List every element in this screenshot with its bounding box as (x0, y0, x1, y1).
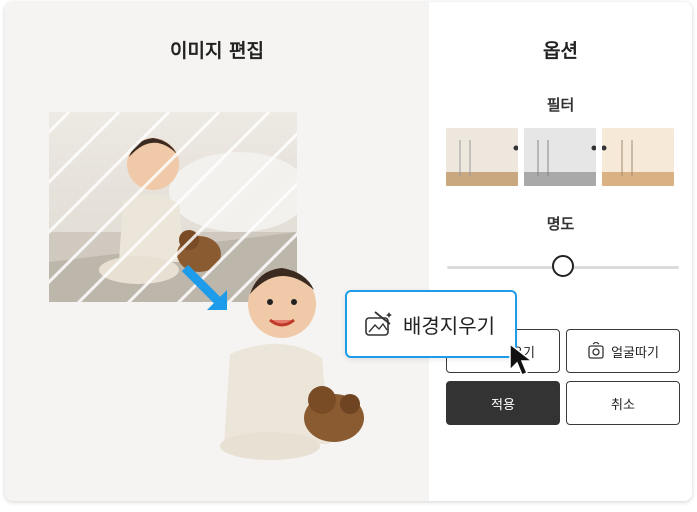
image-edit-panel: 이미지 편집 (5, 2, 429, 501)
filter-thumb-warm-image (446, 128, 518, 186)
cancel-button-label: 취소 (611, 397, 635, 413)
apply-button-label: 적용 (491, 397, 515, 413)
remove-background-tooltip[interactable]: 배경지우기 (345, 290, 517, 358)
brightness-slider-handle[interactable] (552, 255, 574, 277)
filter-thumb-sepia[interactable] (602, 128, 674, 186)
face-cutout-button-label: 얼굴따기 (611, 345, 659, 361)
face-cutout-button[interactable]: 얼굴따기 (566, 329, 680, 373)
cutout-photo (220, 268, 364, 460)
editor-card: 이미지 편집 옵션 필터 명도 우기 얼굴따기 적용 취소 (5, 2, 692, 501)
filter-thumb-grayscale[interactable] (524, 128, 596, 186)
remove-background-tooltip-label: 배경지우기 (403, 313, 495, 338)
filter-thumb-warm[interactable] (446, 128, 518, 186)
filter-thumb-sepia-image (602, 128, 674, 186)
face-crop-icon (588, 342, 604, 359)
image-wand-icon (365, 311, 392, 336)
options-title: 옵션 (543, 40, 578, 62)
filter-label: 필터 (546, 96, 575, 114)
options-panel: 옵션 필터 명도 (429, 2, 692, 501)
image-edit-title: 이미지 편집 (169, 40, 264, 62)
filter-thumb-grayscale-image (524, 128, 596, 186)
cancel-button[interactable]: 취소 (566, 381, 680, 425)
mouse-pointer-icon (509, 342, 535, 376)
brightness-label: 명도 (546, 215, 575, 233)
apply-button[interactable]: 적용 (446, 381, 560, 425)
